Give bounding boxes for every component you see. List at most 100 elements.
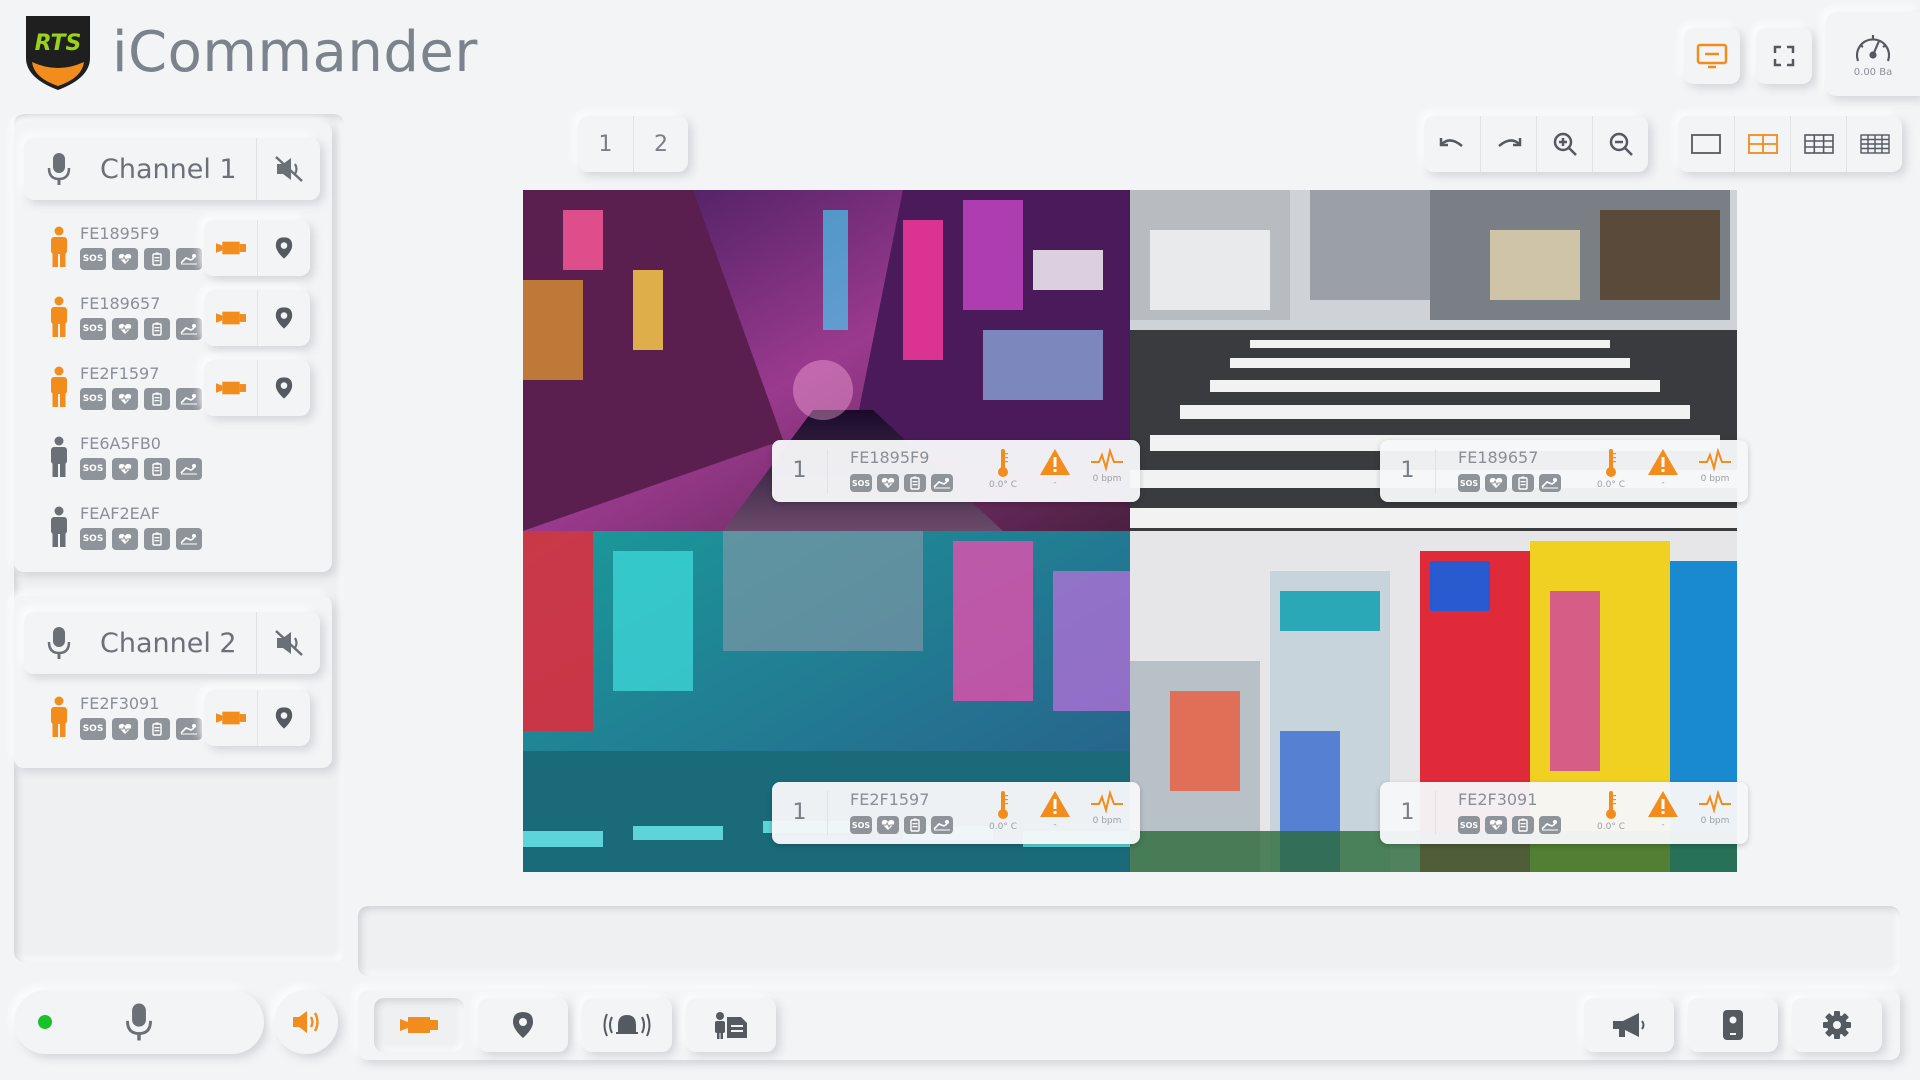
fullscreen-icon [1773,45,1795,67]
user-row[interactable]: FE189657 SOS [38,286,314,350]
heart-status-icon [1485,474,1507,492]
user-video-button[interactable] [204,690,257,746]
megaphone-icon [1611,1011,1647,1039]
bottom-toolbar [358,990,1900,1060]
fall-status-icon [176,528,202,550]
heart-status-icon [112,388,138,410]
undo-icon [1438,134,1466,154]
video-icon [215,379,246,397]
alert-metric: - [1030,448,1080,488]
broadcast-button[interactable] [1584,998,1674,1052]
user-video-button[interactable] [204,290,257,346]
location-icon [275,376,293,400]
fall-status-icon [176,458,202,480]
temperature-metric: 0.0° C [978,790,1028,832]
temperature-metric: 0.0° C [1586,448,1636,490]
heart-rate-icon [1698,448,1732,472]
video-info-overlay: 1 FE2F3091 SOS 0.0° C - 0 bpm [1380,782,1748,844]
page-tab-2[interactable]: 2 [633,116,688,172]
push-to-talk-button[interactable] [124,1002,154,1042]
user-row[interactable]: FE2F1597 SOS [38,356,314,420]
video-device-id: FE1895F9 [850,448,930,467]
temperature-value: 0.0° C [1597,480,1625,490]
heart-rate-value: 0 bpm [1700,816,1730,826]
user-device-id: FEAF2EAF [80,504,160,523]
location-icon [275,706,293,730]
temperature-icon [997,448,1009,478]
fullscreen-button[interactable] [1756,28,1812,84]
page-tabs: 1 2 [578,116,688,172]
layout-2x2-button[interactable] [1734,116,1790,172]
fall-status-icon [931,474,953,492]
heart-rate-metric: 0 bpm [1082,790,1132,826]
user-report-icon [713,1011,749,1039]
battery-status-icon [1512,474,1534,492]
video-info-overlay: 1 FE2F1597 SOS 0.0° C - 0 bpm [772,782,1140,844]
fall-status-icon [176,718,202,740]
status-icons: SOS [80,458,202,480]
battery-status-icon [1512,816,1534,834]
layout-3x3-button[interactable] [1790,116,1846,172]
speaker-icon [290,1008,322,1036]
message-area[interactable] [358,906,1900,976]
volume-button[interactable] [274,990,338,1054]
speed-gauge: 0.00 Ba [1826,12,1920,96]
location-icon [275,306,293,330]
alert-value: - [1661,820,1665,830]
heart-status-icon [112,528,138,550]
status-icons: SOS [850,816,953,834]
user-row[interactable]: FEAF2EAF SOS [38,496,314,560]
microphone-icon[interactable] [24,152,94,186]
person-icon [48,226,70,268]
user-row[interactable]: FE6A5FB0 SOS [38,426,314,490]
video-channel-number: 1 [772,449,828,493]
sos-status-icon: SOS [1458,474,1480,492]
fall-status-icon [176,388,202,410]
zoom-in-button[interactable] [1536,116,1592,172]
user-video-button[interactable] [204,360,257,416]
microphone-icon[interactable] [24,626,94,660]
layout-1x1-button[interactable] [1678,116,1734,172]
user-location-button[interactable] [257,290,310,346]
display-mode-button[interactable] [1684,28,1740,84]
settings-button[interactable] [1792,998,1882,1052]
heart-rate-metric: 0 bpm [1690,790,1740,826]
location-button[interactable] [478,998,568,1052]
heart-status-icon [877,474,899,492]
user-location-button[interactable] [257,220,310,276]
zoom-out-button[interactable] [1592,116,1648,172]
video-device-id: FE189657 [1458,448,1539,467]
person-icon [48,296,70,338]
user-row[interactable]: FE2F3091 SOS [38,686,314,750]
view-tools [1424,116,1648,172]
user-location-button[interactable] [257,690,310,746]
video-icon [215,239,246,257]
user-report-button[interactable] [686,998,776,1052]
mute-button[interactable] [256,138,320,200]
alarm-button[interactable] [582,998,672,1052]
page-tab-1[interactable]: 1 [578,116,633,172]
battery-status-icon [144,718,170,740]
video-icon [400,1014,438,1036]
mute-button[interactable] [256,612,320,674]
redo-button[interactable] [1480,116,1536,172]
device-button[interactable] [1688,998,1778,1052]
battery-status-icon [144,458,170,480]
battery-status-icon [144,388,170,410]
user-location-button[interactable] [257,360,310,416]
undo-button[interactable] [1424,116,1480,172]
video-button[interactable] [374,998,464,1052]
heart-status-icon [1485,816,1507,834]
fall-status-icon [931,816,953,834]
status-icons: SOS [80,248,202,270]
alert-metric: - [1638,790,1688,830]
layout-4x4-button[interactable] [1846,116,1902,172]
heart-rate-value: 0 bpm [1092,816,1122,826]
user-video-button[interactable] [204,220,257,276]
layout-tools [1678,116,1902,172]
location-icon [275,236,293,260]
redo-icon [1495,134,1523,154]
person-icon [48,506,70,548]
user-row[interactable]: FE1895F9 SOS [38,216,314,280]
heart-status-icon [877,816,899,834]
